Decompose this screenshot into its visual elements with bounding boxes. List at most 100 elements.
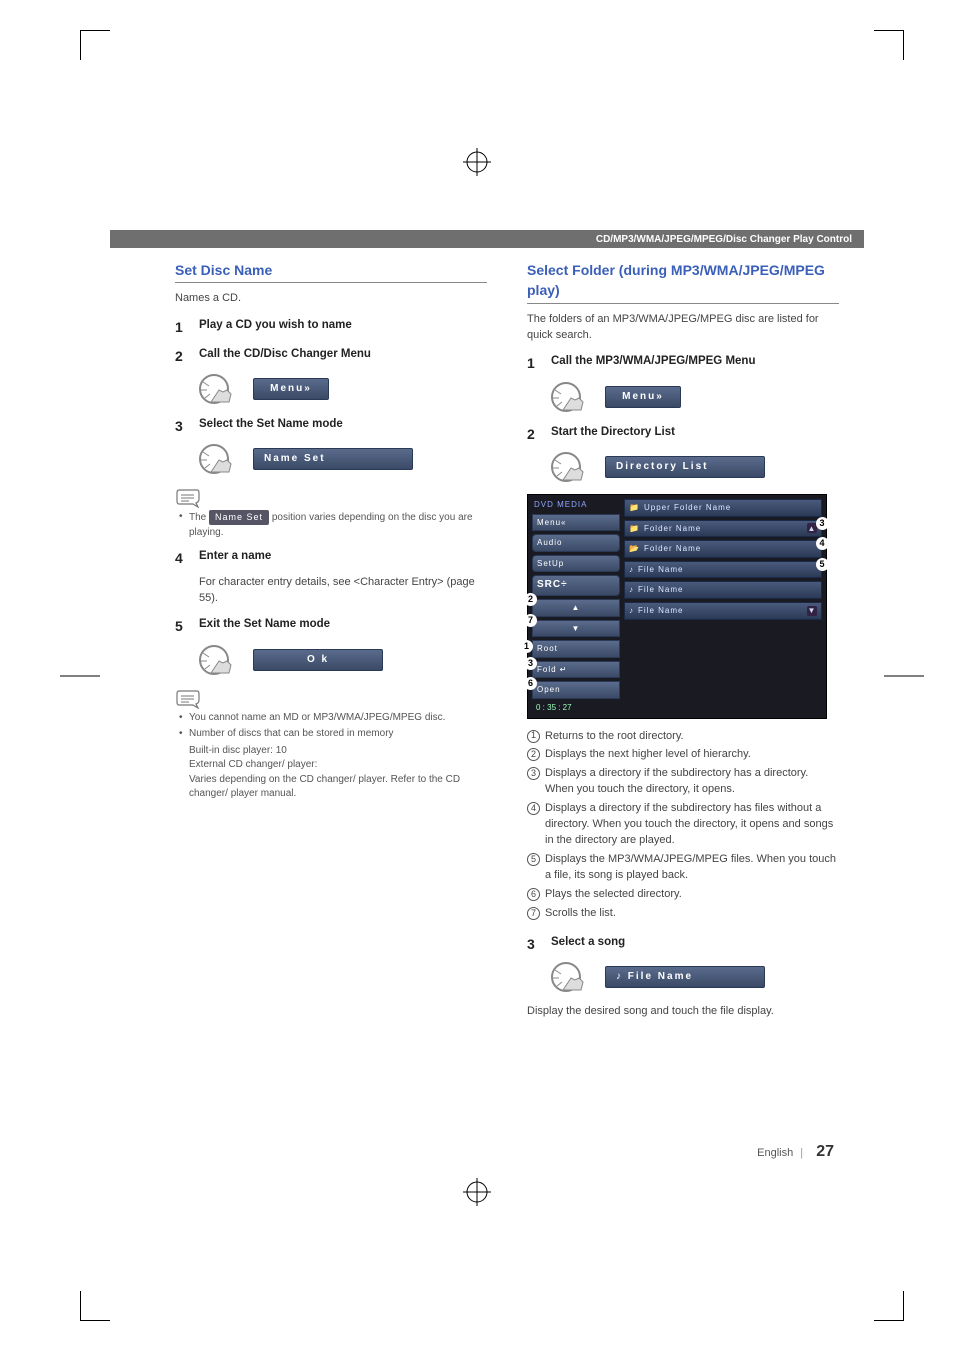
file-row[interactable]: ♪ File Name 5: [624, 561, 822, 579]
touch-instruction: Menu»: [199, 372, 487, 406]
note-subline: External CD changer/ player:: [189, 758, 487, 773]
step-body: Display the desired song and touch the f…: [527, 1004, 839, 1020]
file-row[interactable]: ♪ File Name ▼: [624, 602, 822, 620]
legend-item: 7Scrolls the list.: [527, 906, 839, 922]
file-row[interactable]: ♪ File Name: [624, 581, 822, 599]
touch-hand-icon: [199, 643, 239, 677]
open-button[interactable]: Open: [532, 681, 620, 699]
dvd-media-label: DVD MEDIA: [532, 499, 620, 511]
src-button[interactable]: SRC÷: [532, 575, 620, 596]
note-subline: Varies depending on the CD changer/ play…: [189, 773, 487, 802]
touch-hand-icon: [551, 960, 591, 994]
folder-row[interactable]: 📂 Folder Name 4: [624, 540, 822, 558]
right-title: Select Folder (during MP3/WMA/JPEG/MPEG …: [527, 260, 839, 301]
scroll-down-icon[interactable]: ▼: [807, 606, 817, 616]
touch-instruction: Name Set: [199, 442, 487, 476]
menu-button[interactable]: Menu»: [605, 386, 681, 409]
note-subline: Built-in disc player: 10: [189, 744, 487, 759]
legend-number-icon: 4: [527, 802, 540, 815]
step-title: Exit the Set Name mode: [199, 616, 330, 636]
note-icon: [175, 486, 201, 508]
step-5: 5 Exit the Set Name mode: [175, 616, 487, 636]
legend-item: 2Displays the next higher level of hiera…: [527, 747, 839, 763]
crop-corner: [874, 1291, 904, 1321]
section-header: CD/MP3/WMA/JPEG/MPEG/Disc Changer Play C…: [110, 230, 864, 248]
page-number: 27: [816, 1143, 834, 1160]
left-column: Set Disc Name Names a CD. 1 Play a CD yo…: [175, 260, 487, 1030]
divider: [527, 303, 839, 304]
step-number: 1: [527, 353, 541, 373]
setup-button[interactable]: SetUp: [532, 555, 620, 573]
step-title: Select a song: [551, 934, 625, 954]
name-set-pill: Name Set: [209, 510, 269, 525]
callout-badge: 4: [816, 537, 829, 550]
folder-row[interactable]: 📁 Folder Name ▲ 3: [624, 520, 822, 538]
legend-number-icon: 5: [527, 853, 540, 866]
step-body: For character entry details, see <Charac…: [199, 575, 487, 607]
touch-hand-icon: [551, 380, 591, 414]
callout-legend: 1Returns to the root directory. 2Display…: [527, 729, 839, 922]
touch-hand-icon: [551, 450, 591, 484]
touch-instruction: Directory List: [551, 450, 839, 484]
footer-separator: |: [800, 1147, 803, 1159]
callout-badge: 5: [816, 558, 829, 571]
root-button[interactable]: Root: [532, 640, 620, 658]
name-set-button[interactable]: Name Set: [253, 448, 413, 471]
callout-badge: 2: [524, 593, 537, 606]
section-header-text: CD/MP3/WMA/JPEG/MPEG/Disc Changer Play C…: [596, 234, 852, 245]
right-desc: The folders of an MP3/WMA/JPEG/MPEG disc…: [527, 312, 839, 344]
left-desc: Names a CD.: [175, 291, 487, 307]
callout-badge: 3: [816, 517, 829, 530]
fold-button[interactable]: Fold↵: [532, 661, 620, 679]
scroll-down-button[interactable]: ▼: [532, 620, 620, 638]
legend-number-icon: 3: [527, 767, 540, 780]
note-prefix: The: [189, 512, 206, 523]
legend-item: 5Displays the MP3/WMA/JPEG/MPEG files. W…: [527, 852, 839, 884]
step-number: 3: [527, 934, 541, 954]
file-name-button[interactable]: ♪ File Name: [605, 966, 765, 989]
ok-button[interactable]: O k: [253, 649, 383, 672]
menu-button[interactable]: Menu»: [253, 378, 329, 401]
step-3: 3 Select the Set Name mode: [175, 416, 487, 436]
touch-instruction: Menu»: [551, 380, 839, 414]
step-2: 2 Call the CD/Disc Changer Menu: [175, 346, 487, 366]
callout-badge: 3: [524, 657, 537, 670]
elapsed-time: 0 : 35 : 27: [532, 702, 620, 714]
crop-edge: [884, 675, 924, 676]
right-column: Select Folder (during MP3/WMA/JPEG/MPEG …: [527, 260, 839, 1030]
page-footer: English | 27: [757, 1143, 834, 1161]
note-item: Number of discs that can be stored in me…: [179, 727, 487, 742]
step-number: 2: [527, 424, 541, 444]
note-item: You cannot name an MD or MP3/WMA/JPEG/MP…: [179, 711, 487, 726]
step-number: 4: [175, 548, 189, 568]
legend-number-icon: 1: [527, 730, 540, 743]
registration-mark-bottom: [463, 1178, 491, 1211]
audio-button[interactable]: Audio: [532, 534, 620, 552]
touch-hand-icon: [199, 372, 239, 406]
step-title: Call the CD/Disc Changer Menu: [199, 346, 371, 366]
upper-folder-row[interactable]: 📁 Upper Folder Name: [624, 499, 822, 517]
directory-list-screenshot: DVD MEDIA Menu« Audio SetUp SRC÷ ▲ 2 ▼: [527, 494, 827, 718]
legend-item: 6Plays the selected directory.: [527, 887, 839, 903]
note-icon: [175, 687, 201, 709]
note-list: The Name Set position varies depending o…: [179, 510, 487, 540]
step-title: Select the Set Name mode: [199, 416, 343, 436]
scroll-up-button[interactable]: ▲: [532, 599, 620, 617]
footer-lang: English: [757, 1147, 793, 1159]
note-list: You cannot name an MD or MP3/WMA/JPEG/MP…: [179, 711, 487, 742]
directory-list-button[interactable]: Directory List: [605, 456, 765, 479]
content-columns: Set Disc Name Names a CD. 1 Play a CD yo…: [175, 260, 839, 1030]
note-item: The Name Set position varies depending o…: [179, 510, 487, 540]
legend-item: 4Displays a directory if the subdirector…: [527, 801, 839, 849]
step-3: 3 Select a song: [527, 934, 839, 954]
menu-back-button[interactable]: Menu«: [532, 514, 620, 532]
touch-instruction: ♪ File Name: [551, 960, 839, 994]
step-4: 4 Enter a name: [175, 548, 487, 568]
step-number: 1: [175, 317, 189, 337]
step-title: Enter a name: [199, 548, 271, 568]
crop-corner: [874, 30, 904, 60]
touch-instruction: O k: [199, 643, 487, 677]
callout-badge: 7: [524, 614, 537, 627]
touch-hand-icon: [199, 442, 239, 476]
page: CD/MP3/WMA/JPEG/MPEG/Disc Changer Play C…: [0, 0, 954, 1351]
